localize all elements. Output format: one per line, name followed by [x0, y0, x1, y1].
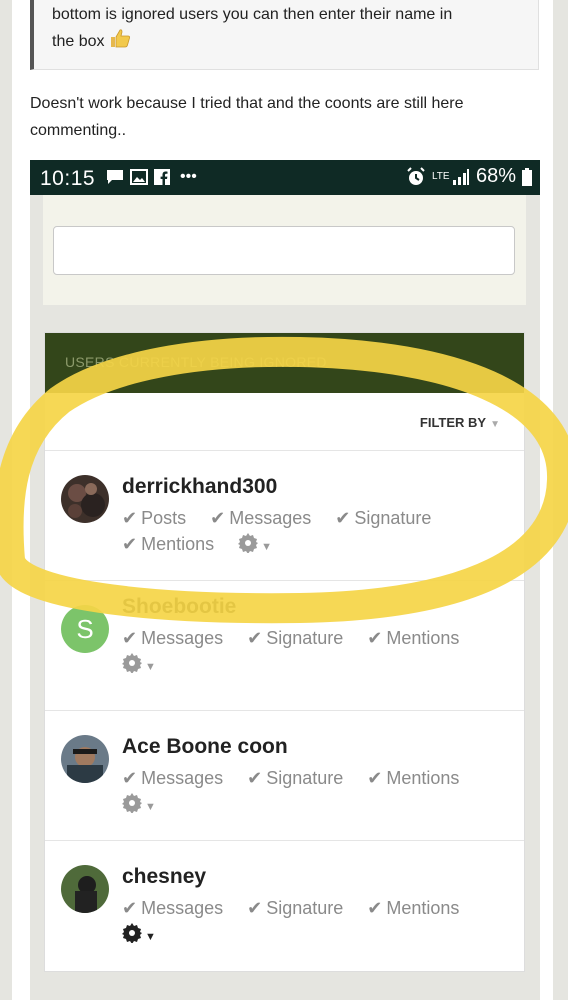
network-type: LTE	[431, 170, 450, 182]
facebook-icon	[154, 169, 170, 185]
username[interactable]: Ace Boone coon	[122, 735, 288, 759]
option-mentions[interactable]: ✔ Mentions	[367, 625, 459, 651]
option-label: Mentions	[386, 628, 460, 648]
caret-down-icon: ▼	[145, 931, 156, 943]
notification-icons: •••	[106, 168, 197, 186]
chat-icon	[107, 170, 123, 184]
check-icon: ✔	[367, 628, 383, 648]
battery-icon	[522, 167, 532, 186]
avatar[interactable]	[61, 865, 109, 913]
option-mentions[interactable]: ✔ Mentions	[367, 895, 459, 921]
option-label: Mentions	[386, 898, 460, 918]
check-icon: ✔	[247, 898, 263, 918]
filter-by-button[interactable]: FILTER BY ▼	[420, 415, 500, 430]
option-signature[interactable]: ✔ Signature	[247, 765, 343, 791]
more-icon: •••	[180, 168, 197, 185]
avatar[interactable]	[61, 475, 109, 523]
check-icon: ✔	[122, 898, 138, 918]
check-icon: ✔	[122, 628, 138, 648]
settings-menu-button[interactable]: ▼	[122, 651, 156, 680]
check-icon: ✔	[367, 898, 383, 918]
status-right: LTE 68%	[406, 165, 532, 188]
gear-icon	[122, 923, 142, 944]
username[interactable]: derrickhand300	[122, 475, 277, 499]
battery-percent: 68%	[475, 165, 516, 187]
option-label: Signature	[266, 898, 344, 918]
ignored-users-header: USERS CURRENTLY BEING IGNORED	[45, 333, 524, 393]
check-icon: ✔	[247, 768, 263, 788]
check-icon: ✔	[122, 768, 138, 788]
option-signature[interactable]: ✔ Signature	[335, 505, 431, 531]
option-messages[interactable]: ✔ Messages	[210, 505, 311, 531]
phone-status-bar: 10:15 ••• LTE 68%	[30, 160, 540, 195]
option-label: Signature	[266, 628, 344, 648]
ignored-user-row: derrickhand300 ✔ Posts ✔ Messages ✔ Signature…	[45, 451, 524, 581]
image-icon	[130, 169, 148, 185]
option-posts[interactable]: ✔ Posts	[122, 505, 186, 531]
settings-menu-button[interactable]: ▼	[238, 531, 272, 560]
post-body: Doesn't work because I tried that and th…	[30, 90, 530, 144]
option-label: Signature	[266, 768, 344, 788]
ignore-options: ✔ Messages ✔ Signature ✔ Mentions ▼	[122, 625, 512, 680]
option-signature[interactable]: ✔ Signature	[247, 895, 343, 921]
check-icon: ✔	[247, 628, 263, 648]
option-label: Messages	[141, 898, 224, 918]
check-icon: ✔	[210, 508, 226, 528]
ignored-users-panel: USERS CURRENTLY BEING IGNORED FILTER BY ▼…	[44, 332, 525, 972]
signal-icon	[452, 168, 469, 185]
ignore-form-panel	[43, 195, 526, 305]
username[interactable]: Shoebootie	[122, 595, 236, 619]
option-messages[interactable]: ✔ Messages	[122, 625, 223, 651]
quote-line-2: the box	[52, 33, 105, 50]
ignore-options: ✔ Messages ✔ Signature ✔ Mentions ▼	[122, 895, 512, 950]
avatar[interactable]: S	[61, 605, 109, 653]
check-icon: ✔	[367, 768, 383, 788]
option-label: Messages	[229, 508, 312, 528]
quoted-reply: bottom is ignored users you can then ent…	[30, 0, 539, 70]
option-label: Mentions	[141, 534, 215, 554]
caret-down-icon: ▼	[261, 541, 273, 553]
option-messages[interactable]: ✔ Messages	[122, 895, 223, 921]
option-mentions[interactable]: ✔ Mentions	[122, 531, 214, 557]
alarm-icon	[407, 166, 425, 185]
status-time: 10:15	[40, 167, 96, 190]
option-messages[interactable]: ✔ Messages	[122, 765, 223, 791]
settings-menu-button[interactable]: ▼	[122, 791, 156, 820]
caret-down-icon: ▼	[145, 661, 156, 673]
ignored-user-row: Ace Boone coon ✔ Messages ✔ Signature ✔ Menti…	[45, 711, 524, 841]
caret-down-icon: ▼	[490, 419, 500, 430]
quote-line-1: bottom is ignored users you can then ent…	[52, 6, 453, 23]
ignored-user-row: chesney ✔ Messages ✔ Signature ✔ Mentions ▼	[45, 841, 524, 971]
option-label: Messages	[141, 628, 224, 648]
post-line-2: commenting..	[30, 122, 127, 139]
option-label: Mentions	[386, 768, 460, 788]
username[interactable]: chesney	[122, 865, 206, 889]
ignore-options: ✔ Messages ✔ Signature ✔ Mentions ▼	[122, 765, 512, 820]
check-icon: ✔	[335, 508, 351, 528]
option-label: Messages	[141, 768, 224, 788]
option-label: Posts	[141, 508, 187, 528]
check-icon: ✔	[122, 534, 138, 554]
settings-menu-button[interactable]: ▼	[122, 921, 156, 950]
ignore-options: ✔ Posts ✔ Messages ✔ Signature ✔ Mentions ▼	[122, 505, 512, 560]
option-label: Signature	[354, 508, 432, 528]
option-mentions[interactable]: ✔ Mentions	[367, 765, 459, 791]
gear-icon	[122, 793, 142, 814]
gear-icon	[238, 533, 259, 554]
thumbs-up-icon	[109, 28, 131, 57]
ignore-username-input[interactable]	[53, 226, 515, 275]
embedded-screenshot: 10:15 ••• LTE 68% USERS CURRENTLY BEING …	[30, 160, 540, 1000]
option-signature[interactable]: ✔ Signature	[247, 625, 343, 651]
ignored-user-row: S Shoebootie ✔ Messages ✔ Signature ✔ Mention…	[45, 581, 524, 711]
caret-down-icon: ▼	[145, 801, 156, 813]
post-line-1: Doesn't work because I tried that and th…	[30, 95, 464, 112]
filter-row: FILTER BY ▼	[45, 393, 524, 451]
gear-icon	[122, 653, 142, 674]
avatar[interactable]	[61, 735, 109, 783]
filter-by-label: FILTER BY	[419, 415, 487, 430]
check-icon: ✔	[122, 508, 138, 528]
